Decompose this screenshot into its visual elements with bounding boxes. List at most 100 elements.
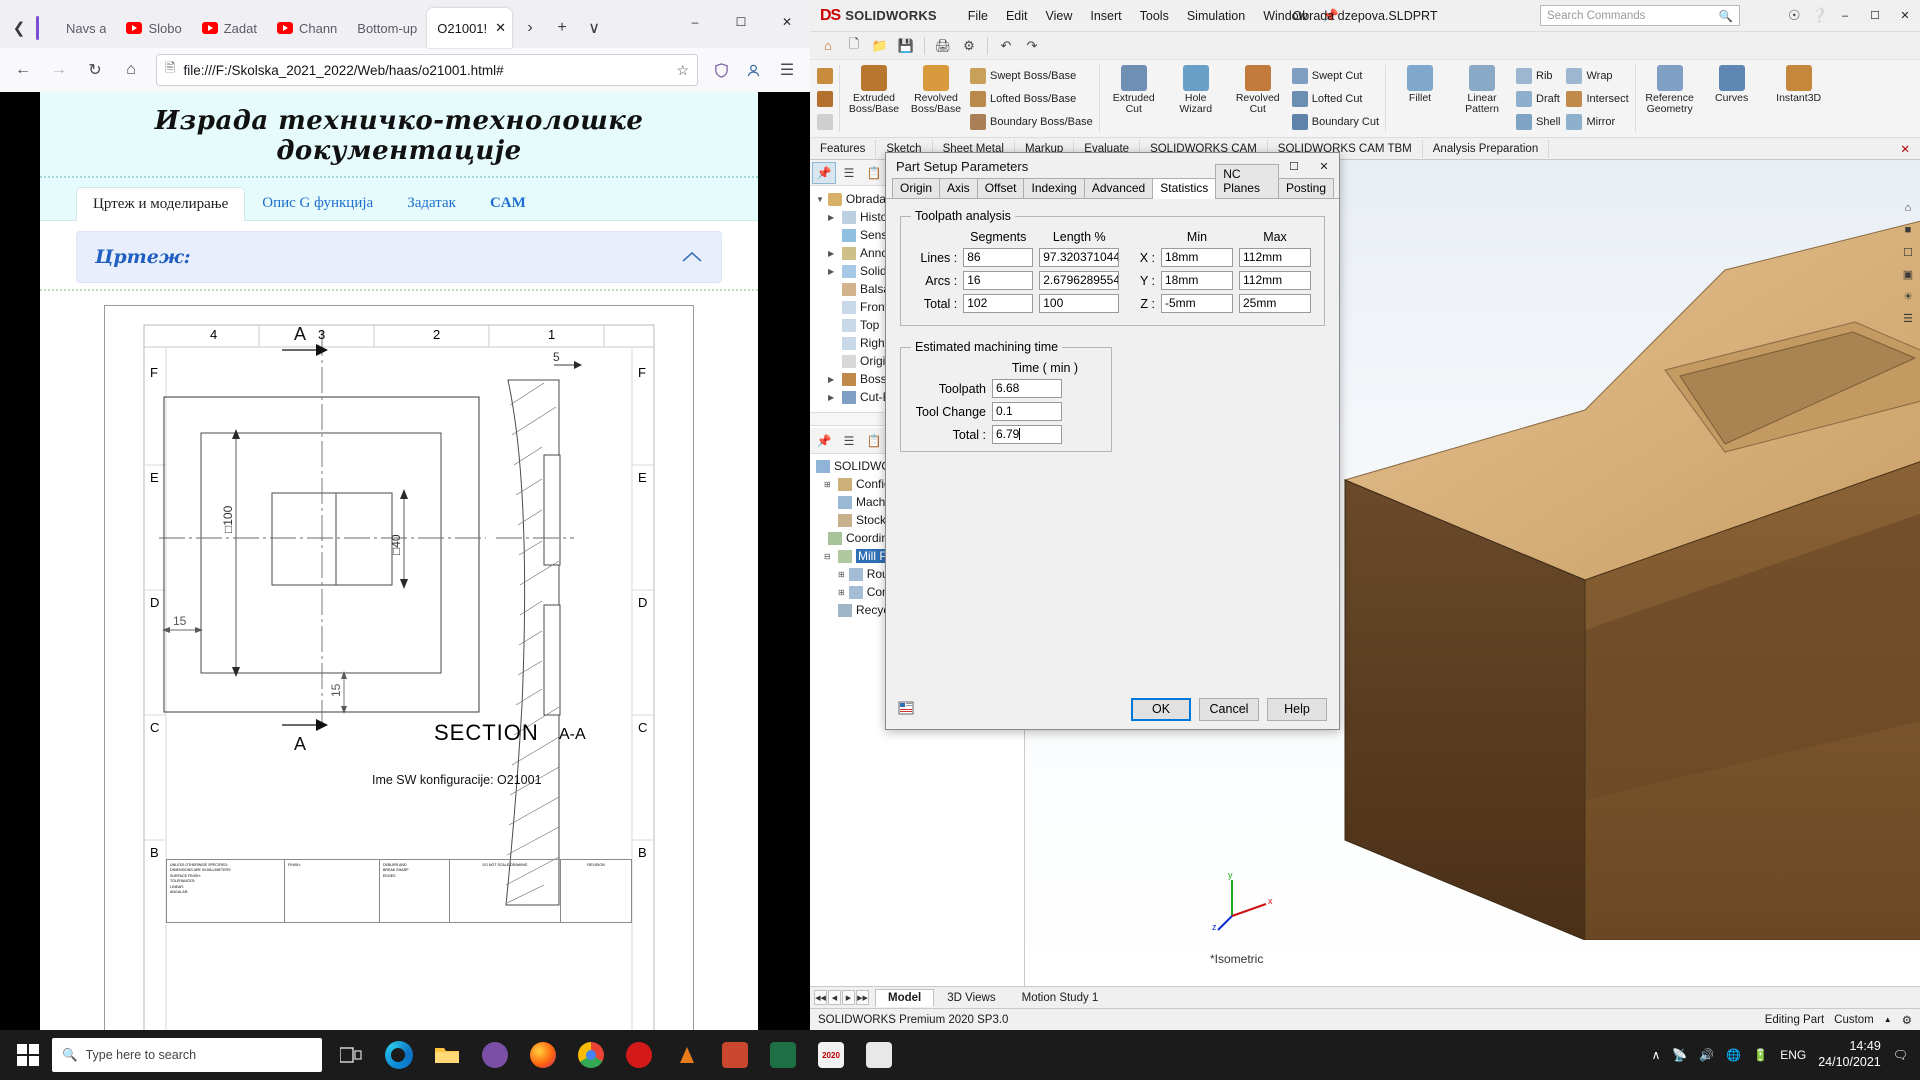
collapse-icon[interactable]: ⊟ — [824, 552, 834, 561]
new-tab-button[interactable]: + — [546, 12, 578, 44]
ribbon-intersect[interactable]: Intersect — [1566, 89, 1629, 109]
minimize-button[interactable]: – — [1830, 0, 1860, 32]
ribbon-icon-row[interactable] — [817, 112, 833, 132]
lights-icon[interactable]: ☀ — [1898, 286, 1918, 306]
ribbon-revolved-cut[interactable]: Revolved Cut — [1227, 62, 1289, 135]
y-min-field[interactable]: 18mm — [1161, 271, 1233, 290]
browser-tab-5-active[interactable]: O21001! ✕ — [427, 8, 513, 48]
accordion-crtez[interactable]: Цртеж: — [76, 231, 722, 283]
tool-change-time-field[interactable]: 0.1 — [992, 402, 1062, 421]
lines-length-field[interactable]: 97.320371044 — [1039, 248, 1120, 267]
expand-icon[interactable]: ⊞ — [838, 570, 845, 579]
menu-simulation[interactable]: Simulation — [1178, 5, 1254, 27]
last-tab-icon[interactable]: ▶▶ — [856, 990, 869, 1005]
task-view-icon[interactable] — [328, 1031, 374, 1079]
menu-file[interactable]: File — [959, 5, 997, 27]
page-tab-opis-g[interactable]: Опис G функција — [245, 186, 390, 220]
z-min-field[interactable]: -5mm — [1161, 294, 1233, 313]
ribbon-rib[interactable]: Rib — [1516, 66, 1560, 86]
configuration-manager-icon[interactable]: 📋 — [862, 162, 886, 184]
ribbon-icon-row[interactable] — [817, 89, 833, 109]
scenes-icon[interactable]: ☐ — [1898, 242, 1918, 262]
ribbon-mirror[interactable]: Mirror — [1566, 112, 1628, 132]
ribbon-draft[interactable]: Draft — [1516, 89, 1560, 109]
maximize-button[interactable]: ☐ — [718, 0, 764, 44]
y-max-field[interactable]: 112mm — [1239, 271, 1311, 290]
arcs-length-field[interactable]: 2.6796289554 — [1039, 271, 1120, 290]
property-manager-icon[interactable]: ☰ — [837, 162, 861, 184]
bottom-tab-3d-views[interactable]: 3D Views — [934, 989, 1008, 1007]
page-tab-cam[interactable]: CAM — [473, 186, 543, 220]
dialog-tab-axis[interactable]: Axis — [939, 178, 978, 198]
opera-icon[interactable] — [616, 1031, 662, 1079]
menu-edit[interactable]: Edit — [997, 5, 1037, 27]
x-max-field[interactable]: 112mm — [1239, 248, 1311, 267]
chevron-right-icon[interactable]: ▶ — [828, 267, 838, 276]
home-view-icon[interactable]: ⌂ — [1898, 198, 1918, 218]
open-icon[interactable]: 📁 — [868, 35, 892, 57]
first-tab-icon[interactable]: ◀◀ — [814, 990, 827, 1005]
options-gear-icon[interactable]: ⚙ — [957, 35, 981, 57]
feature-tree-icon[interactable]: 📌 — [812, 430, 836, 452]
ribbon-extruded-cut[interactable]: Extruded Cut — [1103, 62, 1165, 135]
appearances-icon[interactable]: ■ — [1898, 220, 1918, 240]
browser-tab-4[interactable]: Bottom-up — [347, 8, 427, 48]
powerpoint-icon[interactable] — [712, 1031, 758, 1079]
cancel-button[interactable]: Cancel — [1199, 697, 1259, 721]
ribbon-wrap[interactable]: Wrap — [1566, 66, 1628, 86]
save-icon[interactable]: 💾 — [894, 35, 918, 57]
browser-tab-3[interactable]: Chann — [267, 8, 347, 48]
close-icon[interactable]: ✕ — [1890, 142, 1920, 156]
back-icon[interactable]: ← — [6, 53, 40, 87]
taskbar-search-input[interactable]: 🔍 Type here to search — [52, 1038, 322, 1072]
ribbon-shell[interactable]: Shell — [1516, 112, 1560, 132]
ribbon-lofted-boss-base[interactable]: Lofted Boss/Base — [970, 89, 1093, 109]
bookmark-star-icon[interactable]: ☆ — [676, 62, 689, 79]
maximize-button[interactable]: ☐ — [1860, 0, 1890, 32]
report-icon[interactable] — [898, 700, 918, 718]
z-max-field[interactable]: 25mm — [1239, 294, 1311, 313]
chevron-down-icon[interactable]: ∨ — [578, 12, 610, 44]
language-indicator[interactable]: ENG — [1780, 1048, 1806, 1062]
ribbon-reference-geometry[interactable]: Reference Geometry — [1639, 62, 1701, 135]
tab-scroll-left-icon[interactable]: ❮ — [4, 8, 34, 48]
undo-icon[interactable]: ↶ — [994, 35, 1018, 57]
account-icon[interactable]: ☉ — [1788, 7, 1801, 24]
windows-start-icon[interactable] — [4, 1031, 52, 1079]
sound-icon[interactable]: 🔊 — [1699, 1048, 1714, 1062]
total-length-field[interactable]: 100 — [1039, 294, 1120, 313]
minimize-button[interactable]: – — [672, 0, 718, 44]
ribbon-swept-cut[interactable]: Swept Cut — [1291, 66, 1379, 86]
taskbar-clock[interactable]: 14:49 24/10/2021 — [1818, 1039, 1881, 1070]
ribbon-icon-row[interactable] — [817, 66, 833, 86]
chevron-up-icon[interactable] — [681, 251, 703, 263]
chrome-icon[interactable] — [568, 1031, 614, 1079]
reload-icon[interactable]: ↻ — [78, 53, 112, 87]
redo-icon[interactable]: ↷ — [1020, 35, 1044, 57]
expand-icon[interactable]: ⊞ — [838, 588, 845, 597]
firefox-icon[interactable] — [520, 1031, 566, 1079]
page-tab-zadatak[interactable]: Задатак — [390, 186, 473, 220]
feature-tree-icon[interactable]: 📌 — [812, 161, 836, 184]
dialog-close-button[interactable]: ✕ — [1309, 153, 1339, 179]
viber-icon[interactable] — [472, 1031, 518, 1079]
shield-icon[interactable] — [706, 55, 736, 85]
ok-button[interactable]: OK — [1131, 697, 1191, 721]
tray-chevron-icon[interactable]: ∧ — [1652, 1048, 1661, 1062]
home-icon[interactable]: ⌂ — [114, 53, 148, 87]
globe-icon[interactable]: 🌐 — [1726, 1048, 1741, 1062]
dialog-tab-posting[interactable]: Posting — [1277, 178, 1334, 198]
help-button[interactable]: Help — [1267, 697, 1327, 721]
menu-view[interactable]: View — [1037, 5, 1082, 27]
custom-view-icon[interactable]: ☰ — [1898, 308, 1918, 328]
chevron-down-icon[interactable]: ▼ — [816, 195, 824, 204]
forward-icon[interactable]: → — [42, 53, 76, 87]
bottom-tab-motion-study[interactable]: Motion Study 1 — [1009, 989, 1112, 1007]
x-min-field[interactable]: 18mm — [1161, 248, 1233, 267]
address-bar[interactable]: 🖹 file:///F:/Skolska_2021_2022/Web/haas/… — [156, 54, 698, 86]
expand-icon[interactable]: ⊞ — [824, 480, 834, 489]
tab-analysis-preparation[interactable]: Analysis Preparation — [1423, 139, 1550, 158]
total-segments-field[interactable]: 102 — [963, 294, 1034, 313]
ribbon-hole-wizard[interactable]: Hole Wizard — [1165, 62, 1227, 135]
ribbon-instant3d[interactable]: Instant3D — [1763, 62, 1835, 135]
